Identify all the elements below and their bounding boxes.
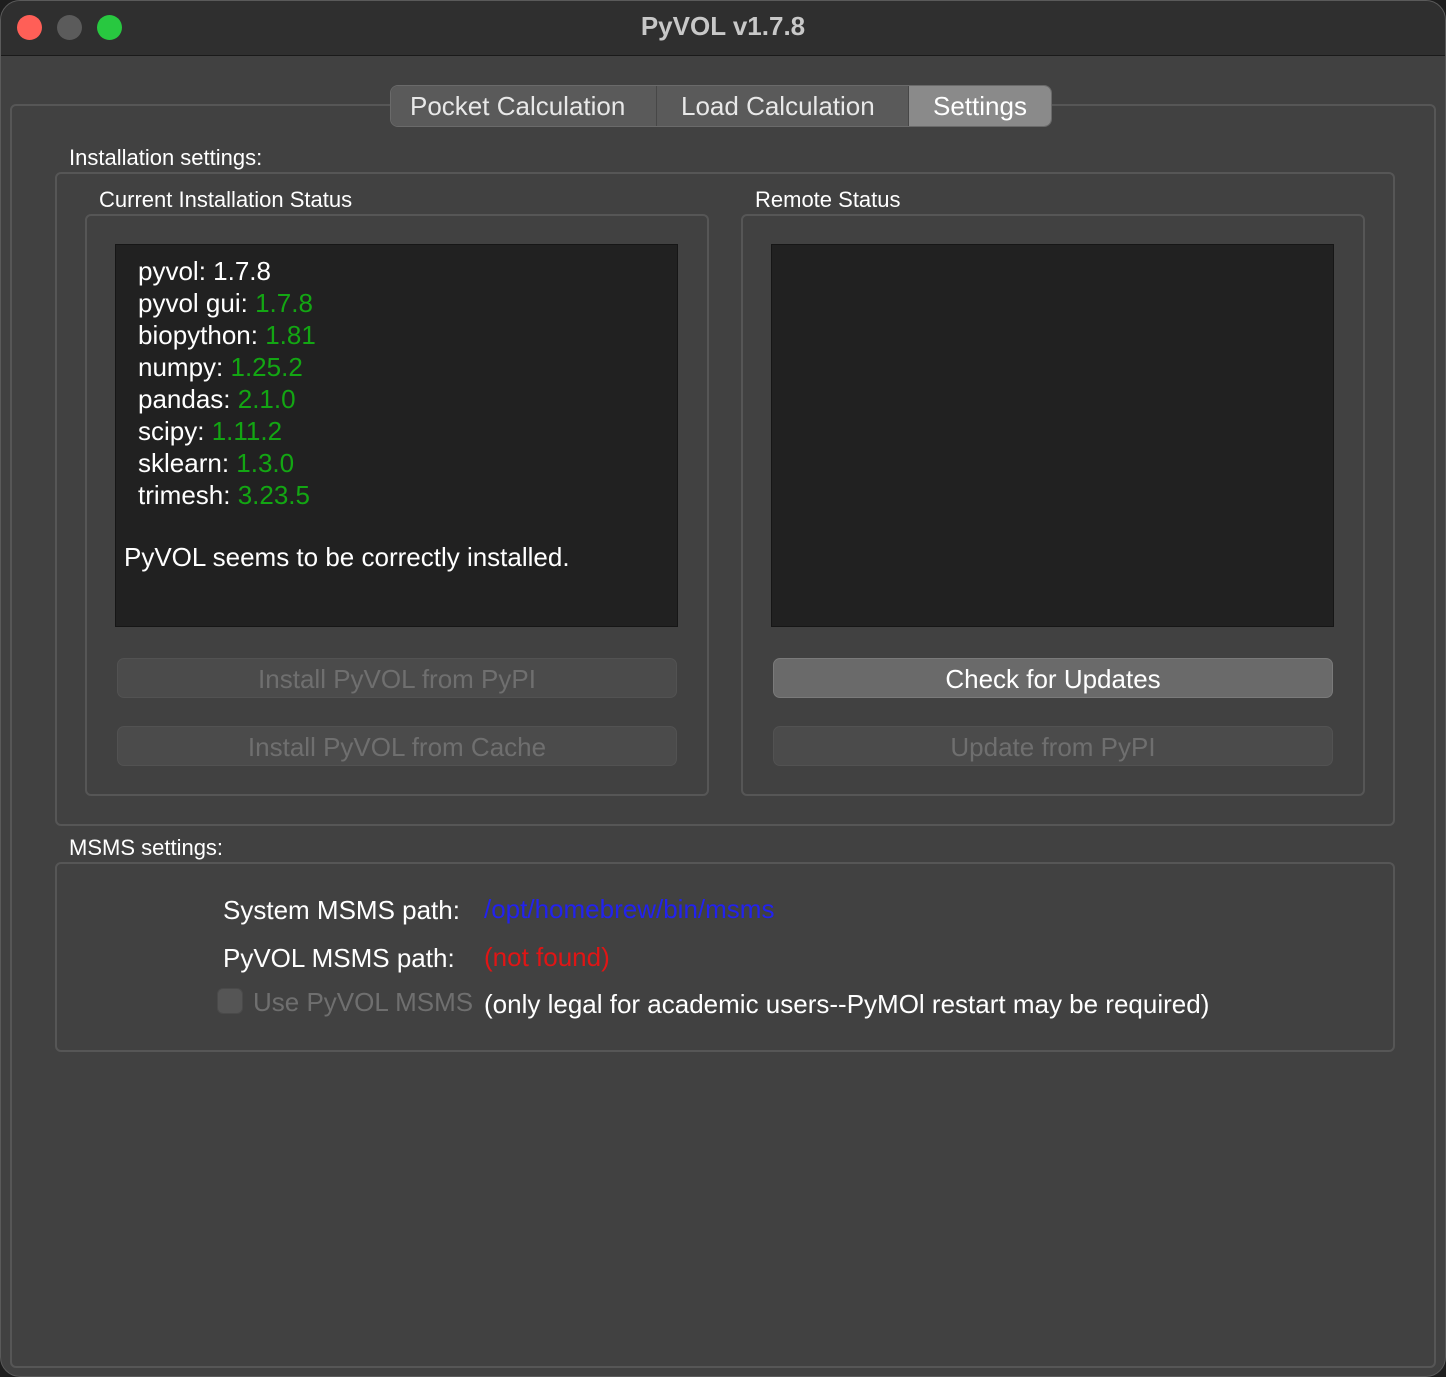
app-window: PyVOL v1.7.8 Pocket Calculation Load Cal… [0, 0, 1446, 1377]
remote-status-textbox[interactable] [771, 244, 1334, 627]
install-from-cache-button[interactable]: Install PyVOL from Cache [117, 726, 677, 766]
system-msms-path-value: /opt/homebrew/bin/msms [484, 894, 775, 924]
remote-status-label: Remote Status [755, 187, 901, 212]
tab-load-calculation[interactable]: Load Calculation [657, 86, 909, 126]
title-bar[interactable]: PyVOL v1.7.8 [1, 1, 1445, 56]
academic-use-note: (only legal for academic users--PyMOl re… [484, 989, 1210, 1019]
install-from-pypi-button[interactable]: Install PyVOL from PyPI [117, 658, 677, 698]
package-line: biopython: 1.81 [138, 320, 316, 350]
package-line: trimesh: 3.23.5 [138, 480, 310, 510]
update-from-pypi-button[interactable]: Update from PyPI [773, 726, 1333, 766]
window-title: PyVOL v1.7.8 [640, 11, 806, 41]
tab-pocket-calculation[interactable]: Pocket Calculation [391, 86, 657, 126]
installation-status-message: PyVOL seems to be correctly installed. [124, 542, 570, 572]
package-line: numpy: 1.25.2 [138, 352, 303, 382]
package-line: pandas: 2.1.0 [138, 384, 296, 414]
current-installation-status-label: Current Installation Status [99, 187, 353, 212]
installation-status-textbox[interactable]: pyvol: 1.7.8 pyvol gui: 1.7.8 biopython:… [115, 244, 678, 627]
package-line: pyvol: 1.7.8 [138, 256, 271, 286]
check-for-updates-button[interactable]: Check for Updates [773, 658, 1333, 698]
installation-settings-label: Installation settings: [69, 145, 263, 170]
pyvol-msms-path-value: (not found) [484, 942, 610, 972]
system-msms-path-label: System MSMS path: [223, 895, 460, 925]
package-line: pyvol gui: 1.7.8 [138, 288, 313, 318]
package-line: scipy: 1.11.2 [138, 416, 283, 446]
msms-settings-label: MSMS settings: [69, 835, 224, 860]
package-line: sklearn: 1.3.0 [138, 448, 295, 478]
use-pyvol-msms-checkbox[interactable] [217, 988, 243, 1014]
use-pyvol-msms-label[interactable]: Use PyVOL MSMS [253, 987, 473, 1018]
tab-settings[interactable]: Settings [909, 86, 1051, 126]
tab-bar: Pocket Calculation Load Calculation Sett… [390, 85, 1052, 127]
pyvol-msms-path-label: PyVOL MSMS path: [223, 943, 455, 973]
